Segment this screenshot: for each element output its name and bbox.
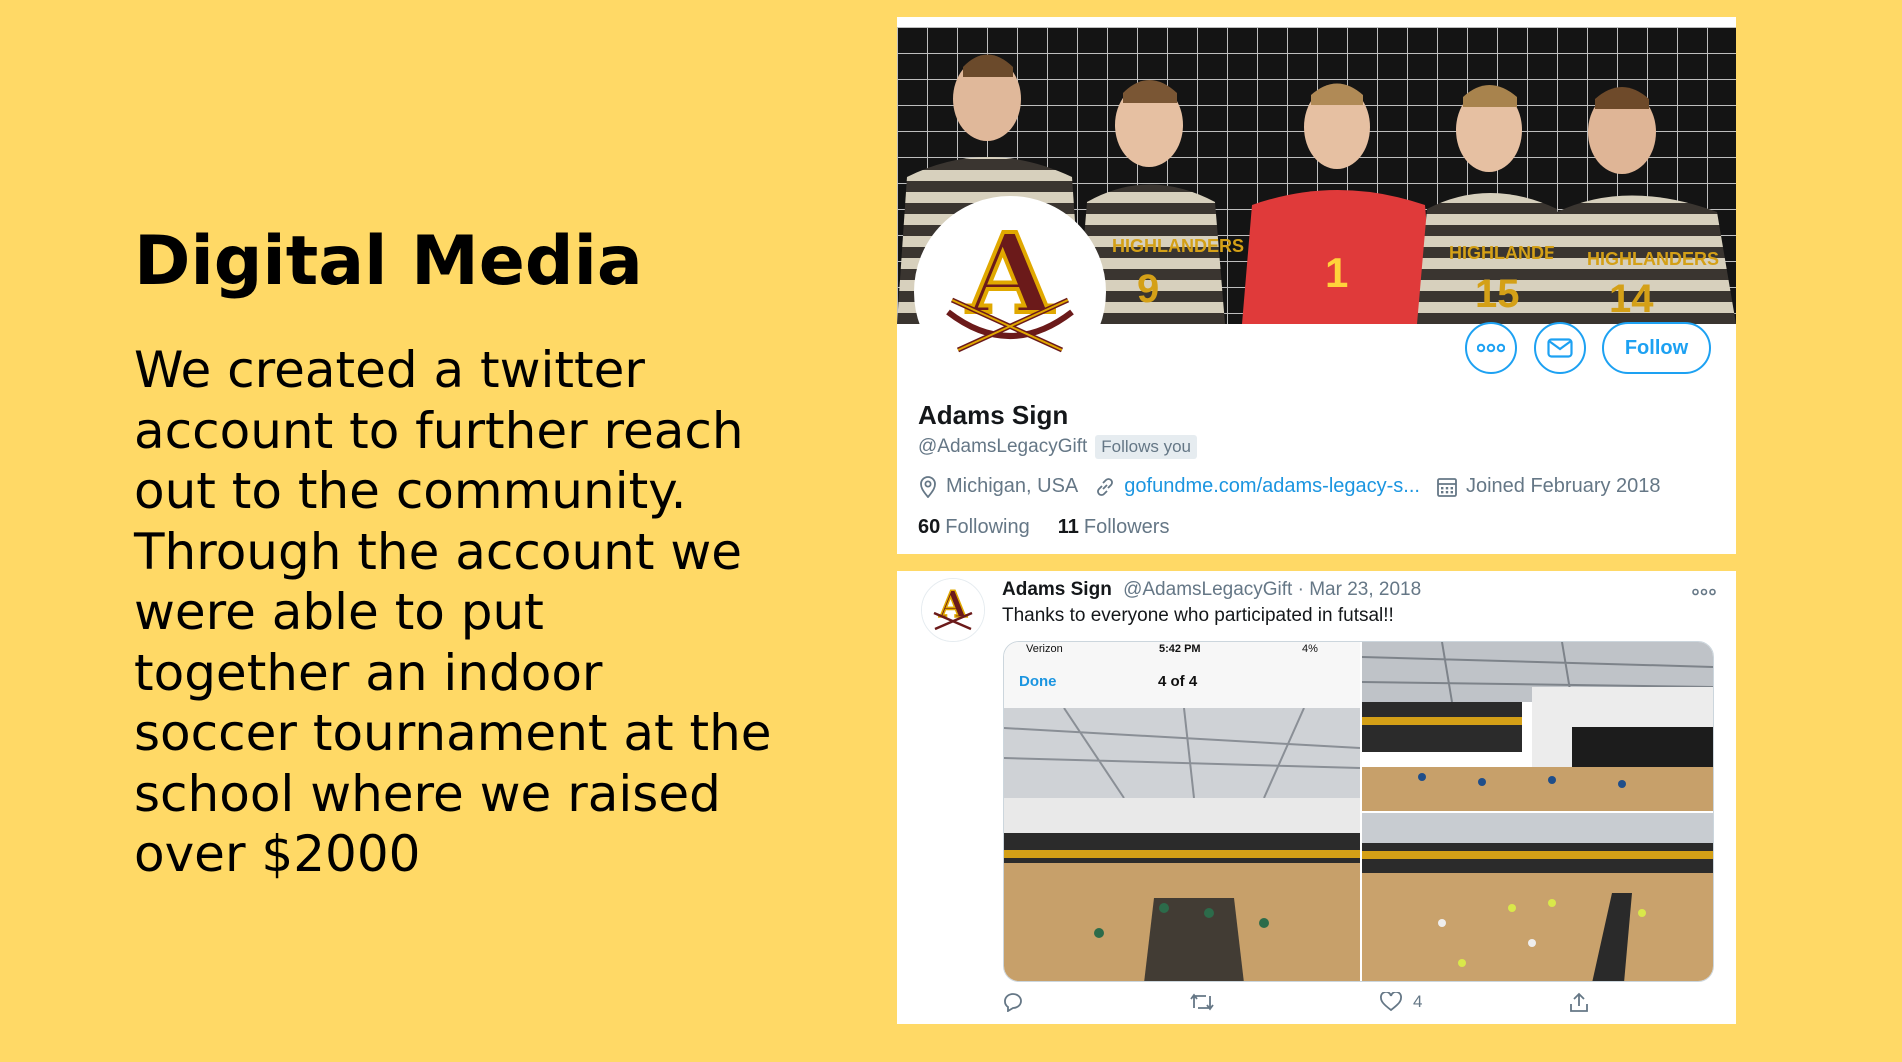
followers-label: Followers — [1083, 516, 1170, 538]
phone-done-button[interactable]: Done — [1019, 673, 1057, 690]
tweet-avatar-logo-letter: A — [938, 584, 968, 626]
phone-battery: 4% — [1302, 643, 1318, 655]
followers-stat[interactable]: 11 Followers — [1058, 516, 1170, 539]
tweet-card[interactable]: A Adams Sign @AdamsLegacyGift · Mar 23, … — [897, 571, 1736, 1024]
profile-joined-date: Joined February 2018 — [1465, 475, 1661, 497]
tweet-text: Thanks to everyone who participated in f… — [1002, 605, 1394, 626]
share-icon — [1568, 992, 1590, 1014]
more-icon — [1692, 588, 1716, 596]
tweet-avatar[interactable]: A — [921, 578, 985, 642]
like-count: 4 — [1413, 992, 1423, 1011]
following-label: Following — [945, 516, 1030, 538]
avatar-logo-letter: A — [966, 209, 1054, 338]
phone-carrier: Verizon — [1026, 643, 1063, 655]
retweet-button[interactable] — [1189, 992, 1215, 1012]
tweet-more-button[interactable] — [1692, 581, 1716, 600]
calendar-icon — [1436, 476, 1458, 498]
banner-jersey-number: 15 — [1475, 272, 1520, 316]
profile-avatar[interactable]: A — [914, 196, 1106, 388]
phone-status-bar: Verizon 5:42 PM 4% — [1004, 642, 1360, 656]
follow-button[interactable]: Follow — [1602, 322, 1711, 374]
tweet-action-bar: 4 — [1002, 992, 1712, 1016]
location-icon — [918, 475, 938, 498]
message-button[interactable] — [1534, 322, 1586, 374]
message-icon — [1547, 338, 1573, 358]
more-options-button[interactable] — [1465, 322, 1517, 374]
gym-photo — [1004, 708, 1360, 981]
tweet-author-handle: @AdamsLegacyGift — [1123, 579, 1293, 600]
banner-jersey-number: 1 — [1325, 249, 1348, 296]
gym-photo[interactable] — [1362, 813, 1713, 981]
following-count: 60 — [918, 516, 941, 538]
banner-jersey-text: HIGHLANDERS — [1112, 236, 1244, 256]
banner-jersey-number: 14 — [1609, 277, 1654, 321]
phone-photo-counter: 4 of 4 — [1158, 673, 1198, 690]
phone-nav-bar: Done 4 of 4 — [1004, 656, 1360, 709]
profile-website-link[interactable]: gofundme.com/adams-legacy-s... — [1124, 475, 1420, 498]
follows-you-badge: Follows you — [1095, 435, 1198, 459]
tweet-photo-phone-screenshot[interactable]: Verizon 5:42 PM 4% Done 4 of 4 — [1004, 642, 1360, 981]
tweet-author-name[interactable]: Adams Sign — [1002, 579, 1112, 600]
slide-body-text: We created a twitter account to further … — [134, 341, 772, 883]
banner-jersey-number: 9 — [1137, 267, 1159, 311]
followers-count: 11 — [1057, 516, 1079, 538]
reply-button[interactable] — [1002, 992, 1024, 1012]
like-icon — [1379, 992, 1403, 1012]
slide-title: Digital Media — [134, 222, 643, 301]
profile-location: Michigan, USA — [946, 475, 1079, 497]
banner-jersey-text: HIGHLANDERS — [1587, 249, 1719, 269]
phone-time: 5:42 PM — [1159, 643, 1201, 655]
retweet-icon — [1189, 992, 1215, 1012]
gym-photo[interactable] — [1362, 642, 1713, 811]
reply-icon — [1002, 992, 1024, 1012]
tweet-separator: · — [1297, 579, 1304, 600]
profile-handle: @AdamsLegacyGift — [918, 436, 1088, 457]
twitter-profile-card: HIGHLANDERS 9 1 HIGHLANDERS 15 HIGHLANDE… — [897, 17, 1736, 554]
like-button[interactable]: 4 — [1379, 992, 1422, 1012]
link-icon — [1094, 476, 1116, 498]
tweet-date[interactable]: Mar 23, 2018 — [1309, 579, 1421, 600]
share-button[interactable] — [1568, 992, 1590, 1014]
profile-display-name: Adams Sign — [918, 400, 1069, 430]
tweet-media-grid[interactable]: Verizon 5:42 PM 4% Done 4 of 4 — [1003, 641, 1714, 982]
following-stat[interactable]: 60 Following — [918, 516, 1030, 539]
more-icon — [1477, 343, 1505, 353]
